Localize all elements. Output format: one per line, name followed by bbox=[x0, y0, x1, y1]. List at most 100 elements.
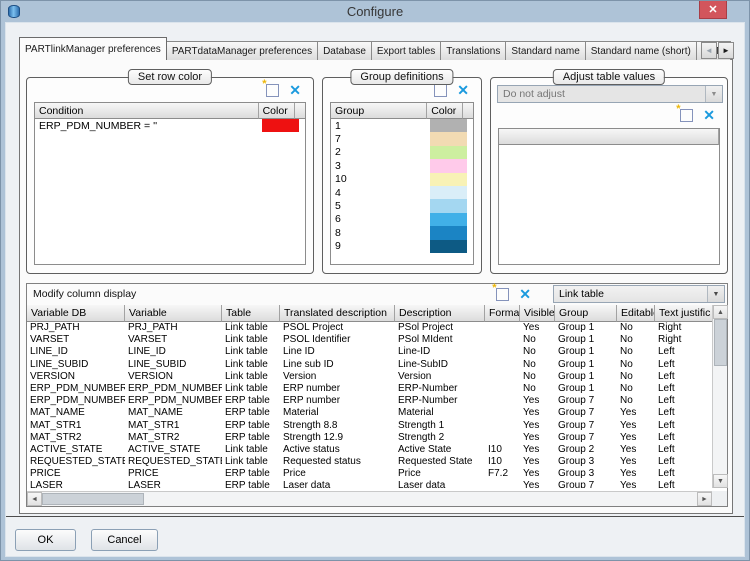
cell-translated-description: Material bbox=[280, 407, 395, 419]
table-row[interactable]: LASER LASER ERP table Laser data Laser d… bbox=[27, 480, 712, 488]
cell-description: Strength 1 bbox=[395, 420, 485, 432]
column-header[interactable]: Variable bbox=[125, 305, 222, 322]
group-row[interactable]: 7 bbox=[331, 132, 473, 145]
cell-editable: No bbox=[617, 322, 655, 334]
delete-icon[interactable]: ✕ bbox=[289, 84, 301, 97]
cell-variable-db: VERSION bbox=[27, 371, 125, 383]
cell-variable-db: PRICE bbox=[27, 468, 125, 480]
group-definitions-table: Group Color 1 7 2 bbox=[330, 102, 474, 265]
group-row[interactable]: 1 bbox=[331, 119, 473, 132]
table-row[interactable]: MAT_STR2 MAT_STR2 ERP table Strength 12.… bbox=[27, 432, 712, 444]
tab[interactable]: Translations bbox=[440, 41, 506, 60]
cell-variable: MAT_STR1 bbox=[125, 420, 222, 432]
group-definitions-groupbox: Group definitions * ✕ Group Color 1 bbox=[322, 77, 482, 274]
cell-visible: Yes bbox=[520, 468, 555, 480]
cell-description: Version bbox=[395, 371, 485, 383]
group-rows: 1 7 2 3 10 bbox=[331, 119, 473, 253]
group-row[interactable]: 9 bbox=[331, 240, 473, 253]
tab[interactable]: PARTlinkManager preferences bbox=[19, 37, 167, 60]
cell-editable: No bbox=[617, 371, 655, 383]
group-color-swatch bbox=[430, 226, 467, 239]
set-row-color-toolbar: * ✕ bbox=[266, 84, 301, 97]
group-label: 8 bbox=[331, 226, 430, 239]
cancel-button[interactable]: Cancel bbox=[91, 529, 158, 551]
cell-variable-db: MAT_STR1 bbox=[27, 420, 125, 432]
group-row[interactable]: 8 bbox=[331, 226, 473, 239]
cell-variable-db: MAT_NAME bbox=[27, 407, 125, 419]
modify-column-display-panel: Modify column display * ✕ Link table ▼ V… bbox=[26, 283, 728, 507]
new-star-icon: * bbox=[492, 282, 496, 294]
column-header[interactable]: Format bbox=[485, 305, 520, 322]
tab-scroll-left-button[interactable]: ◄ bbox=[701, 42, 717, 59]
adjust-table-values-title: Adjust table values bbox=[553, 69, 665, 85]
group-row[interactable]: 2 bbox=[331, 146, 473, 159]
cell-variable-db: REQUESTED_STATE bbox=[27, 456, 125, 468]
scroll-left-icon: ◄ bbox=[31, 496, 38, 503]
new-entry-icon[interactable]: * bbox=[434, 84, 447, 97]
cell-editable: No bbox=[617, 383, 655, 395]
column-header[interactable]: Variable DB bbox=[27, 305, 125, 322]
tab[interactable]: Database bbox=[317, 41, 372, 60]
delete-icon[interactable]: ✕ bbox=[457, 84, 469, 97]
cell-group: Group 7 bbox=[555, 395, 617, 407]
column-header[interactable]: Editable bbox=[617, 305, 655, 322]
table-row[interactable]: LINE_ID LINE_ID Link table Line ID Line-… bbox=[27, 346, 712, 358]
tab[interactable]: Standard name (short) bbox=[585, 41, 697, 60]
header-strip bbox=[295, 103, 305, 119]
cell-table: Link table bbox=[222, 322, 280, 334]
horizontal-scrollbar-thumb[interactable] bbox=[42, 493, 144, 505]
group-label: 7 bbox=[331, 132, 430, 145]
table-row[interactable]: REQUESTED_STATE REQUESTED_STATE Link tab… bbox=[27, 456, 712, 468]
delete-icon[interactable]: ✕ bbox=[519, 288, 531, 301]
table-row[interactable]: VARSET VARSET Link table PSOL Identifier… bbox=[27, 334, 712, 346]
table-row[interactable]: PRJ_PATH PRJ_PATH Link table PSOL Projec… bbox=[27, 322, 712, 334]
cell-description: Strength 2 bbox=[395, 432, 485, 444]
table-row[interactable]: MAT_STR1 MAT_STR1 ERP table Strength 8.8… bbox=[27, 420, 712, 432]
cell-group: Group 7 bbox=[555, 432, 617, 444]
horizontal-scrollbar[interactable]: ◄ ► bbox=[27, 491, 712, 506]
ok-button[interactable]: OK bbox=[15, 529, 76, 551]
close-button[interactable]: ✕ bbox=[699, 0, 727, 19]
table-row[interactable]: PRICE PRICE ERP table Price Price F7.2 Y… bbox=[27, 468, 712, 480]
cell-group: Group 1 bbox=[555, 322, 617, 334]
bottom-separator bbox=[6, 516, 744, 517]
row-color-row[interactable]: ERP_PDM_NUMBER = '' bbox=[35, 119, 305, 132]
table-row[interactable]: ERP_PDM_NUMBER ERP_PDM_NUMBER... Link ta… bbox=[27, 383, 712, 395]
cell-table: ERP table bbox=[222, 395, 280, 407]
column-header[interactable]: Description bbox=[395, 305, 485, 322]
column-header[interactable]: Group bbox=[555, 305, 617, 322]
column-header[interactable]: Visible bbox=[520, 305, 555, 322]
group-row[interactable]: 3 bbox=[331, 159, 473, 172]
table-row[interactable]: LINE_SUBID LINE_SUBID Link table Line su… bbox=[27, 359, 712, 371]
cell-table: ERP table bbox=[222, 432, 280, 444]
column-header[interactable]: Translated description bbox=[280, 305, 395, 322]
group-row[interactable]: 5 bbox=[331, 199, 473, 212]
group-row[interactable]: 10 bbox=[331, 173, 473, 186]
cell-translated-description: Active status bbox=[280, 444, 395, 456]
group-row[interactable]: 6 bbox=[331, 213, 473, 226]
cell-visible: Yes bbox=[520, 322, 555, 334]
configure-dialog: Configure ✕ PARTlinkManager preferences … bbox=[0, 0, 750, 561]
table-row[interactable]: ACTIVE_STATE ACTIVE_STATE Link table Act… bbox=[27, 444, 712, 456]
new-entry-icon[interactable]: * bbox=[496, 288, 509, 301]
new-entry-icon[interactable]: * bbox=[266, 84, 279, 97]
column-header[interactable]: Table bbox=[222, 305, 280, 322]
tab-scroll-right-button[interactable]: ► bbox=[718, 42, 734, 59]
cell-format bbox=[485, 480, 520, 488]
cell-table: Link table bbox=[222, 444, 280, 456]
scroll-left-button[interactable]: ◄ bbox=[27, 492, 42, 506]
group-row[interactable]: 4 bbox=[331, 186, 473, 199]
row-color-table-header: Condition Color bbox=[35, 103, 305, 119]
new-entry-icon[interactable]: * bbox=[680, 109, 693, 122]
tab[interactable]: Export tables bbox=[371, 41, 441, 60]
tab[interactable]: PARTdataManager preferences bbox=[166, 41, 318, 60]
table-row[interactable]: ERP_PDM_NUMBER ERP_PDM_NUMBER ERP table … bbox=[27, 395, 712, 407]
table-row[interactable]: MAT_NAME MAT_NAME ERP table Material Mat… bbox=[27, 407, 712, 419]
cell-visible: Yes bbox=[520, 407, 555, 419]
cell-table: Link table bbox=[222, 334, 280, 346]
window-title: Configure bbox=[5, 4, 745, 19]
adjust-mode-dropdown[interactable]: Do not adjust ▼ bbox=[497, 85, 723, 103]
tab[interactable]: Standard name bbox=[505, 41, 585, 60]
table-row[interactable]: VERSION VERSION Link table Version Versi… bbox=[27, 371, 712, 383]
group-definitions-header: Group Color bbox=[331, 103, 473, 119]
